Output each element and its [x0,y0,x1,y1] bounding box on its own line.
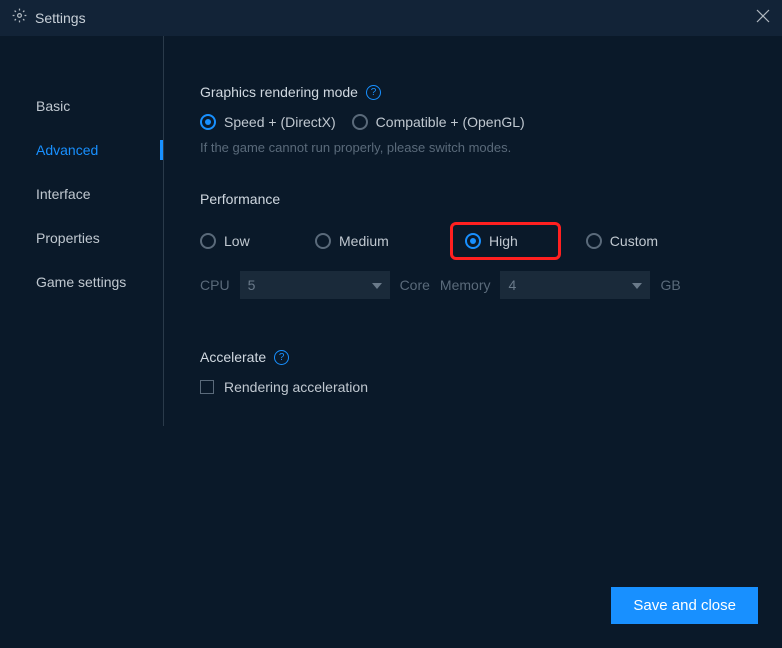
radio-low[interactable]: Low [200,233,315,249]
main-panel: Graphics rendering mode ? Speed + (Direc… [164,36,782,648]
radio-label: Compatible + (OpenGL) [376,114,525,130]
performance-header: Performance [200,191,762,207]
radio-label: Low [224,233,250,249]
graphics-hint: If the game cannot run properly, please … [200,140,762,155]
close-icon[interactable] [756,9,770,28]
content: Basic Advanced Interface Properties Game… [0,36,782,648]
performance-options: Low Medium High Custom [200,221,762,261]
sidebar-item-interface[interactable]: Interface [0,172,163,216]
highlight-box: High [450,222,561,260]
help-icon[interactable]: ? [274,350,289,365]
cpu-value: 5 [248,277,256,293]
accelerate-title: Accelerate [200,349,266,365]
accelerate-header: Accelerate ? [200,349,762,365]
resource-row: CPU 5 Core Memory 4 GB [200,271,762,299]
sidebar-item-basic[interactable]: Basic [0,84,163,128]
gear-icon [12,8,27,28]
radio-icon [200,233,216,249]
titlebar: Settings [0,0,782,36]
radio-icon [352,114,368,130]
graphics-options: Speed + (DirectX) Compatible + (OpenGL) [200,114,762,130]
radio-speed-directx[interactable]: Speed + (DirectX) [200,114,336,130]
graphics-header: Graphics rendering mode ? [200,84,762,100]
radio-label: Speed + (DirectX) [224,114,336,130]
cpu-unit: Core [400,277,430,293]
radio-medium[interactable]: Medium [315,233,450,249]
memory-select[interactable]: 4 [500,271,650,299]
save-and-close-button[interactable]: Save and close [611,587,758,624]
radio-label: Custom [610,233,658,249]
memory-value: 4 [508,277,516,293]
rendering-acceleration-checkbox[interactable]: Rendering acceleration [200,379,762,395]
checkbox-icon [200,380,214,394]
footer: Save and close [611,587,758,624]
sidebar: Basic Advanced Interface Properties Game… [0,36,164,426]
radio-icon [586,233,602,249]
sidebar-item-advanced[interactable]: Advanced [0,128,163,172]
chevron-down-icon [632,276,642,294]
sidebar-item-properties[interactable]: Properties [0,216,163,260]
radio-label: High [489,233,518,249]
performance-title: Performance [200,191,280,207]
memory-label: Memory [440,277,491,293]
titlebar-left: Settings [12,8,86,28]
window-title: Settings [35,10,86,26]
radio-icon [315,233,331,249]
memory-unit: GB [660,277,680,293]
radio-icon [200,114,216,130]
cpu-label: CPU [200,277,230,293]
sidebar-item-game-settings[interactable]: Game settings [0,260,163,304]
chevron-down-icon [372,276,382,294]
graphics-title: Graphics rendering mode [200,84,358,100]
help-icon[interactable]: ? [366,85,381,100]
radio-high[interactable]: High [465,233,518,249]
radio-compatible-opengl[interactable]: Compatible + (OpenGL) [352,114,525,130]
radio-label: Medium [339,233,389,249]
radio-icon [465,233,481,249]
radio-custom[interactable]: Custom [586,233,658,249]
cpu-select[interactable]: 5 [240,271,390,299]
checkbox-label: Rendering acceleration [224,379,368,395]
